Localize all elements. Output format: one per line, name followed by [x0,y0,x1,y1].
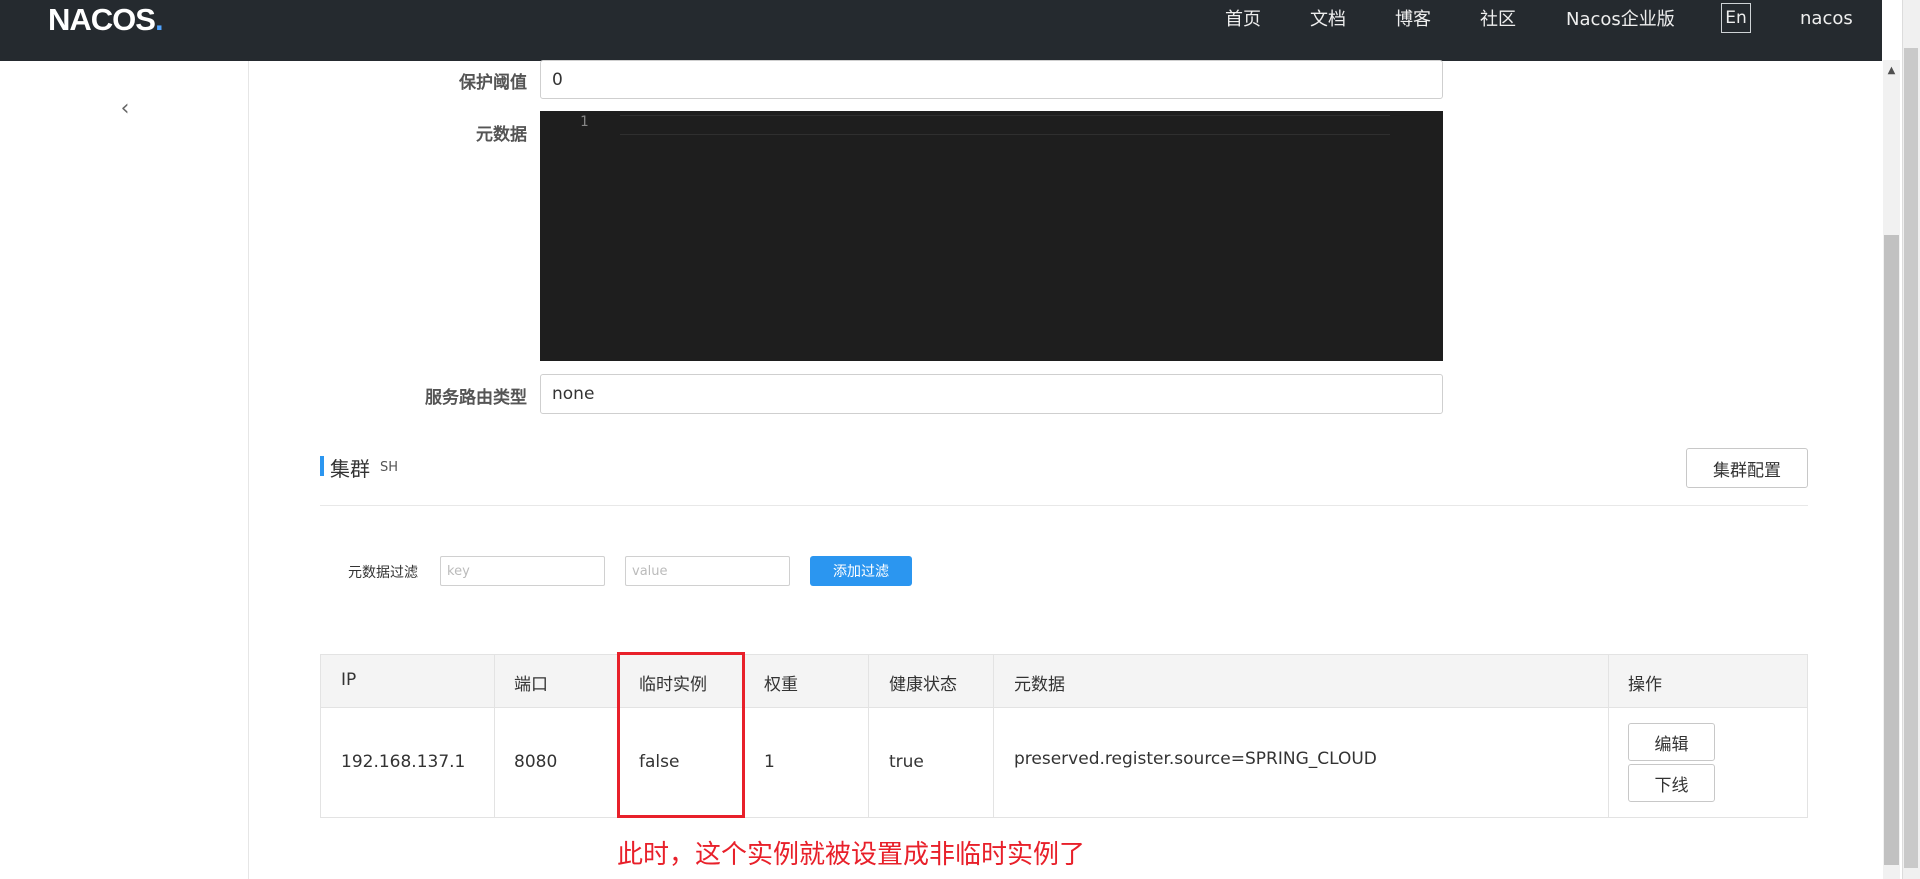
filter-value-input[interactable]: value [625,556,790,586]
metadata-filter-label: 元数据过滤 [348,565,418,581]
metadata-label: 元数据 [476,125,527,145]
column-header-weight: 权重 [764,675,798,695]
column-divider [993,655,994,817]
section-divider [320,505,1808,506]
metadata-code-editor[interactable]: 1 [540,111,1443,361]
scroll-up-icon[interactable]: ▲ [1884,64,1899,78]
column-divider [1608,655,1609,817]
column-header-actions: 操作 [1628,675,1662,695]
chevron-left-icon[interactable]: ‹ [115,97,135,121]
cluster-title: 集群 [330,457,370,481]
nav-docs[interactable]: 文档 [1310,0,1346,36]
annotation-text: 此时，这个实例就被设置成非临时实例了 [617,840,1086,870]
nacos-logo[interactable]: NACOS. [48,2,164,38]
protect-threshold-input[interactable]: 0 [540,60,1443,99]
filter-key-input[interactable]: key [440,556,605,586]
add-filter-button[interactable]: 添加过滤 [810,556,912,586]
editor-current-line [620,115,1390,135]
ephemeral-highlight-box [617,652,745,818]
cell-port: 8080 [514,752,558,772]
logo-dot: . [154,2,164,37]
column-divider [494,655,495,817]
top-navbar: NACOS. 首页 文档 博客 社区 Nacos企业版 En nacos [0,0,1882,61]
column-header-health: 健康状态 [889,675,957,695]
logo-text: NACOS [48,2,156,37]
instance-table: IP 端口 临时实例 权重 健康状态 元数据 操作 192.168.137.1 … [320,654,1808,818]
nav-home[interactable]: 首页 [1225,0,1261,36]
column-header-metadata: 元数据 [1014,675,1065,695]
column-header-port: 端口 [514,675,548,695]
cell-weight: 1 [764,752,775,772]
nav-blog[interactable]: 博客 [1395,0,1431,36]
column-divider [868,655,869,817]
user-menu[interactable]: nacos [1800,0,1853,36]
routing-type-input[interactable]: none [540,374,1443,414]
edit-instance-button[interactable]: 编辑 [1628,723,1715,761]
nav-enterprise[interactable]: Nacos企业版 [1566,0,1675,36]
protect-threshold-label: 保护阈值 [459,73,527,93]
language-switch-button[interactable]: En [1721,3,1751,33]
routing-type-label: 服务路由类型 [425,388,527,408]
offline-instance-button[interactable]: 下线 [1628,764,1715,802]
nav-community[interactable]: 社区 [1480,0,1516,36]
cell-metadata: preserved.register.source=SPRING_CLOUD [1014,749,1377,769]
window-scrollbar-thumb[interactable] [1904,48,1918,868]
editor-line-number: 1 [580,114,589,130]
column-header-ip: IP [341,670,357,690]
cluster-name: SH [380,460,399,475]
sidebar: ‹ [0,61,249,879]
cluster-config-button[interactable]: 集群配置 [1686,448,1808,488]
cell-health: true [889,752,924,772]
section-accent-bar [320,456,324,476]
cell-ip: 192.168.137.1 [341,752,466,772]
page-scrollbar-thumb[interactable] [1884,235,1899,865]
